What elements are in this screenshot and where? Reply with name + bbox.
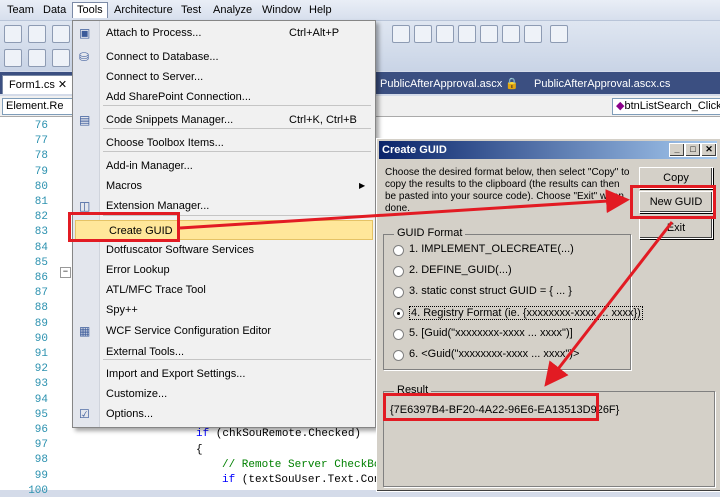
arrow-to-new-guid (179, 189, 630, 230)
arrow-to-result (544, 221, 674, 387)
annotation-arrows (179, 189, 674, 387)
